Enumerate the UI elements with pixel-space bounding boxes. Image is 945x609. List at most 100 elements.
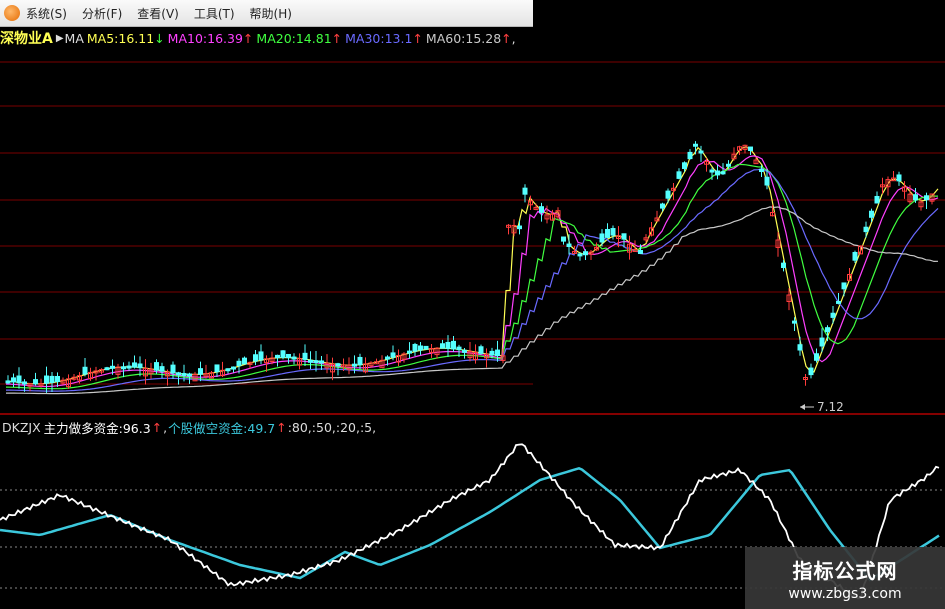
ma5-value: MA5:16.11↓ <box>86 30 165 46</box>
candle-body <box>869 210 874 218</box>
candle-body <box>764 176 770 186</box>
candle-body <box>748 146 753 152</box>
app-logo-icon <box>4 5 20 21</box>
chart-canvas[interactable]: 7.12 <box>0 0 945 609</box>
candle-body <box>110 365 115 369</box>
candle-body <box>352 363 357 367</box>
candle-body <box>313 360 319 364</box>
candle-body <box>638 249 643 255</box>
menu-help[interactable]: 帮助(H) <box>250 5 292 22</box>
candle-body <box>159 366 165 372</box>
candle-body <box>605 228 610 238</box>
candle-body <box>896 174 902 182</box>
separator: , <box>163 419 168 435</box>
candle-body <box>225 368 231 372</box>
candle-body <box>335 363 341 367</box>
candle-body <box>863 226 869 233</box>
candle-body <box>462 349 467 353</box>
candle-body <box>693 143 698 147</box>
candle-body <box>423 345 429 350</box>
candle-body <box>726 163 731 167</box>
levels-label: :80,:50,:20,:5, <box>287 419 377 435</box>
candle-body <box>236 360 242 367</box>
candle-body <box>22 381 27 385</box>
candle-body <box>82 366 88 375</box>
indicator-name: DKZJX <box>2 419 41 435</box>
price-grid <box>0 61 945 589</box>
candle-body <box>418 345 423 351</box>
candle-body <box>302 352 308 360</box>
candle-body <box>819 337 825 347</box>
menu-bar: 系统(S) 分析(F) 查看(V) 工具(T) 帮助(H) <box>0 0 533 27</box>
watermark-url: www.zbgs3.com <box>788 585 902 602</box>
retail-fund-arrow: ↑ <box>276 419 287 435</box>
candle-body <box>214 364 220 373</box>
ma10-value: MA10:16.39↑ <box>167 30 254 46</box>
candle-body <box>874 195 880 204</box>
menu-view[interactable]: 查看(V) <box>137 5 179 22</box>
candle-body <box>583 251 588 256</box>
candle-body <box>451 340 456 350</box>
candle-body <box>660 203 665 209</box>
candle-body <box>181 373 187 377</box>
candle-body <box>781 262 786 268</box>
main-fund-arrow: ↑ <box>151 419 163 435</box>
candle-body <box>489 350 495 356</box>
candle-body <box>253 354 258 362</box>
candle-body <box>231 366 236 370</box>
candle-body <box>49 375 55 383</box>
candle-body <box>33 379 38 385</box>
stock-name: 深物业A <box>0 31 53 47</box>
candle-body <box>275 354 280 359</box>
menu-system[interactable]: 系统(S) <box>26 5 67 22</box>
candle-body <box>154 362 159 371</box>
watermark: 指标公式网 www.zbgs3.com <box>745 547 945 609</box>
cursor-icon: ▶ <box>55 32 64 44</box>
ma30-value: MA30:13.1↑ <box>345 30 423 46</box>
candle-body <box>814 353 819 361</box>
candle-body <box>792 320 797 324</box>
candle-body <box>258 351 264 361</box>
candle-body <box>385 356 390 360</box>
candle-body <box>407 350 412 354</box>
candle-body <box>286 353 291 359</box>
candle-body <box>198 368 203 375</box>
candle-body <box>577 253 583 257</box>
ma60-value: MA60:15.28↑, <box>425 30 516 46</box>
candle-body <box>522 187 528 195</box>
candle-body <box>698 150 704 154</box>
candle-body <box>104 367 110 371</box>
candle-body <box>308 359 313 363</box>
candle-body <box>11 377 16 383</box>
candle-body <box>390 352 396 358</box>
candle-body <box>456 346 462 351</box>
candle-body <box>682 162 687 169</box>
candle-body <box>676 171 682 179</box>
candle-body <box>319 360 324 364</box>
candle-body <box>137 363 143 369</box>
candle-body <box>797 344 803 351</box>
low-price-marker: 7.12 <box>800 400 844 414</box>
candle-body <box>687 151 693 160</box>
candle-body <box>539 206 544 213</box>
candle-body <box>121 366 126 370</box>
ma20-value: MA20:14.81↑ <box>256 30 343 46</box>
candle-body <box>126 365 132 369</box>
indicator-header: DKZJX 主力做多资金:96.3 ↑ , 个股做空资金:49.7 ↑ :80,… <box>2 418 377 436</box>
candle-body <box>830 312 836 318</box>
candle-body <box>495 349 500 357</box>
candle-body <box>5 380 11 384</box>
retail-fund-value: 个股做空资金:49.7 <box>168 420 276 436</box>
menu-tools[interactable]: 工具(T) <box>194 5 235 22</box>
candle-body <box>913 194 918 201</box>
menu-analysis[interactable]: 分析(F) <box>82 5 122 22</box>
candle-body <box>478 346 484 354</box>
candle-body <box>825 327 830 333</box>
candlesticks <box>5 141 935 393</box>
watermark-title: 指标公式网 <box>792 558 898 583</box>
candle-body <box>759 168 764 172</box>
main-fund-value: 主力做多资金:96.3 <box>43 420 151 436</box>
low-price-label: 7.12 <box>817 400 844 414</box>
candle-body <box>132 362 137 368</box>
candle-body <box>517 225 522 230</box>
